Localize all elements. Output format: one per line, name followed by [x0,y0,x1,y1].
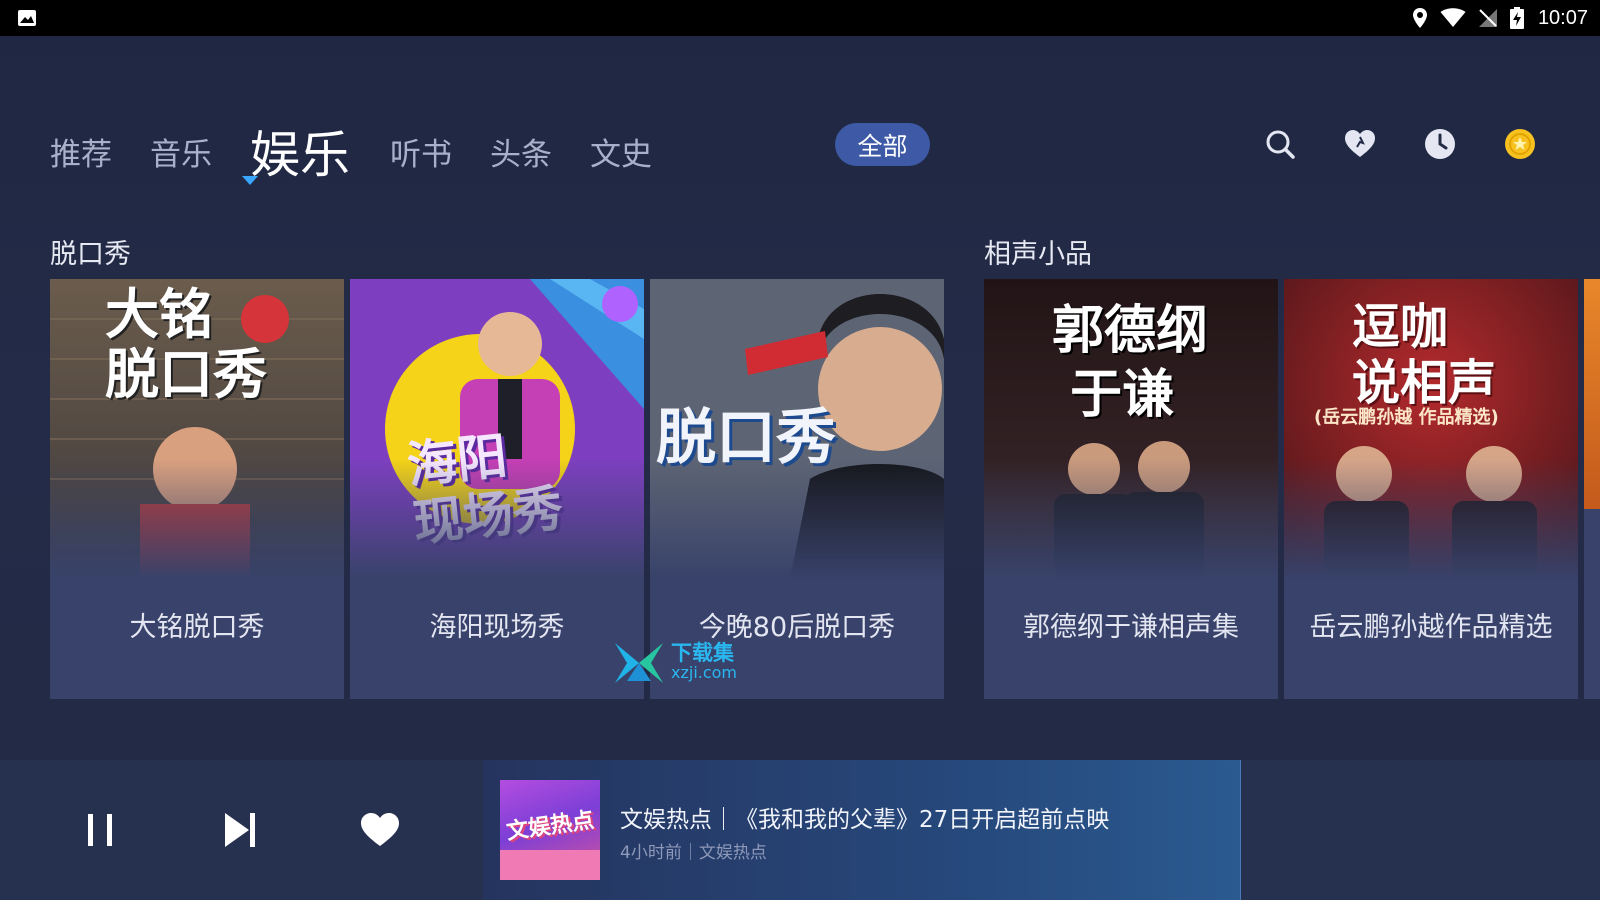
coin-icon[interactable] [1500,124,1540,164]
favorites-heart-icon[interactable] [1340,124,1380,164]
poster-title: 郭德纲 于谦 [1052,301,1209,425]
watermark-icon [615,643,663,683]
tab-music[interactable]: 音乐 [150,116,212,186]
battery-charging-icon [1509,7,1524,29]
card-fade [50,459,344,579]
track-meta: 4小时前｜文娱热点 [620,843,767,863]
thumbnail-title: 文娱热点 [505,807,596,845]
app-root: 推荐 音乐 娱乐 听书 头条 文史 全部 脱口秀 相声小品 大铭 脱口秀 大铭脱… [0,36,1600,900]
clock: 10:07 [1537,6,1588,29]
card-fade [350,459,644,579]
poster-subtitle: (岳云鹏孙越 作品精选) [1314,407,1499,428]
skip-next-icon[interactable] [215,805,265,855]
tab-entertainment[interactable]: 娱乐 [250,116,350,186]
thumb-deco [500,850,600,880]
status-bar: 10:07 [0,0,1600,36]
content-card-yueyunpeng[interactable]: 逗咖 说相声 (岳云鹏孙越 作品精选) 岳云鹏孙越作品精选 [1284,279,1578,699]
location-icon [1412,8,1427,28]
content-card-partial[interactable] [1584,279,1600,699]
tab-recommend[interactable]: 推荐 [50,116,112,186]
no-sim-icon [1478,9,1497,27]
card-fade [650,459,944,579]
tab-audiobooks[interactable]: 听书 [390,116,452,186]
poster-title: 逗咖 说相声 [1352,299,1497,411]
watermark-logo: 下载集 xzji.com [613,639,753,687]
card-label: 岳云鹏孙越作品精选 [1309,612,1553,643]
card-fade [984,459,1278,579]
history-clock-icon[interactable] [1420,124,1460,164]
section-title-crosstalk: 相声小品 [984,239,1092,270]
card-fade [1284,459,1578,579]
active-tab-indicator [242,176,258,185]
track-title[interactable]: 文娱热点｜《我和我的父辈》27日开启超前点映 [620,800,1109,834]
filter-all-button[interactable]: 全部 [835,123,930,166]
status-icons: 10:07 [1412,0,1588,36]
like-heart-icon[interactable] [355,805,405,855]
content-card-guodegang[interactable]: 郭德纲 于谦 郭德纲于谦相声集 [984,279,1278,699]
search-icon[interactable] [1260,124,1300,164]
content-card-daming[interactable]: 大铭 脱口秀 大铭脱口秀 [50,279,344,699]
mini-player: 文娱热点 文娱热点｜《我和我的父辈》27日开启超前点映 4小时前｜文娱热点 [0,760,1600,900]
card-label: 海阳现场秀 [429,612,565,643]
track-thumbnail[interactable]: 文娱热点 [500,780,600,880]
poster-title: 大铭 脱口秀 [105,283,267,406]
tab-history[interactable]: 文史 [590,116,652,186]
section-title-talkshow: 脱口秀 [50,239,131,270]
image-notification-icon [18,10,36,26]
pause-icon[interactable] [75,805,125,855]
watermark-url: xzji.com [671,663,738,682]
content-card-haiyang[interactable]: 海阳现场秀 海阳现场秀 [350,279,644,699]
card-label: 郭德纲于谦相声集 [1023,612,1239,643]
card-label: 大铭脱口秀 [129,612,265,643]
content-card-80s-talkshow[interactable]: 脱口秀 今晚80后脱口秀 [650,279,944,699]
poster-image [1584,279,1600,509]
tab-headlines[interactable]: 头条 [490,116,552,186]
wifi-icon [1440,8,1466,27]
